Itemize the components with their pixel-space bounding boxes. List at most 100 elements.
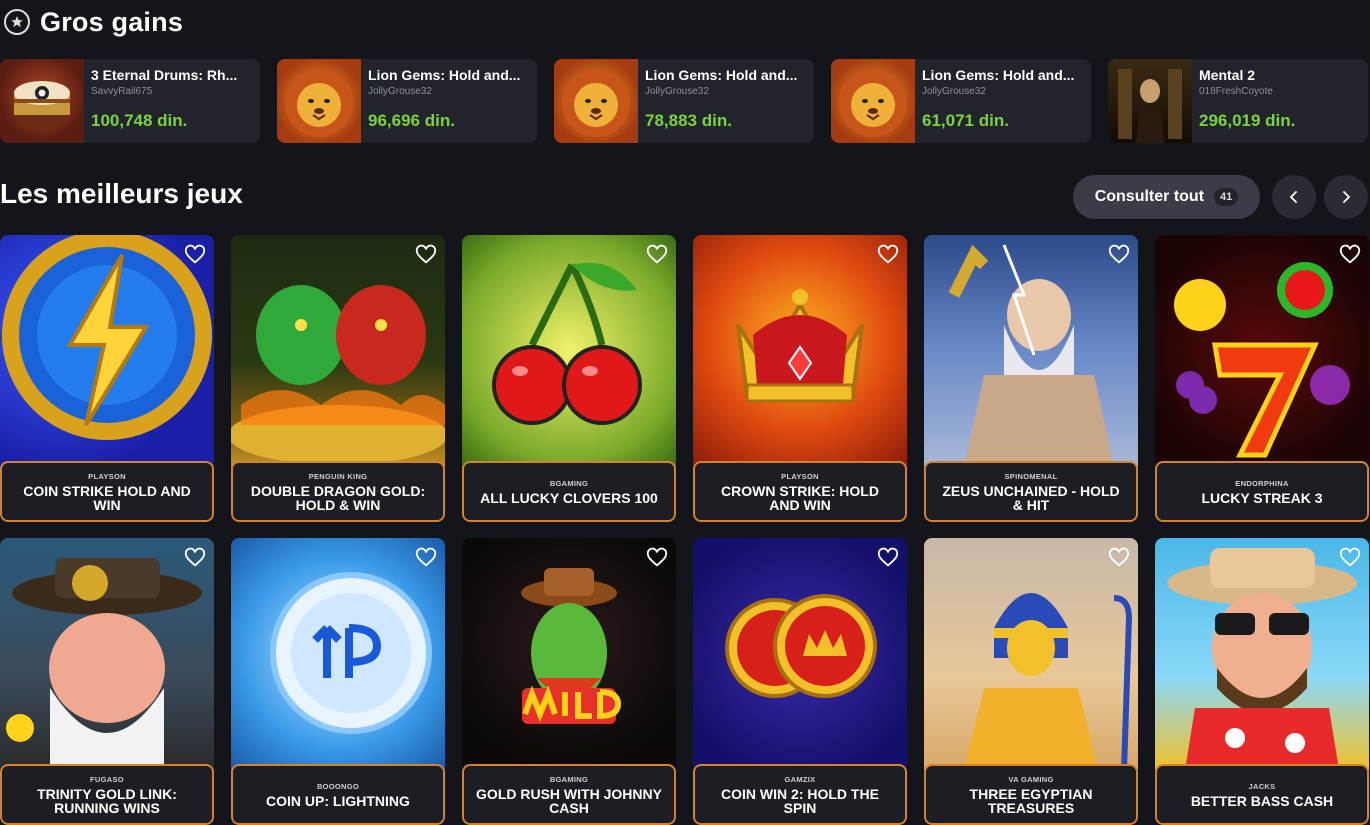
game-provider: GAMZIX (784, 774, 816, 784)
game-name: COIN STRIKE HOLD AND WIN (23, 482, 191, 513)
game-provider: BOOONGO (316, 781, 360, 791)
heart-icon[interactable] (877, 547, 899, 569)
heart-icon[interactable] (877, 244, 899, 266)
game-provider: BGAMING (549, 478, 589, 488)
game-card[interactable]: VA GAMING THREE EGYPTIAN TREASURES (924, 538, 1138, 825)
game-card[interactable]: PENGUIN KING DOUBLE DRAGON GOLD: HOLD & … (231, 235, 445, 522)
game-thumbnail (0, 59, 84, 143)
game-artwork (924, 538, 1138, 770)
game-card[interactable]: BGAMING GOLD RUSH WITH JOHNNY CASH (462, 538, 676, 825)
game-provider: PENGUIN KING (308, 471, 368, 481)
game-card[interactable]: BGAMING ALL LUCKY CLOVERS 100 (462, 235, 676, 522)
heart-icon[interactable] (415, 547, 437, 569)
game-label: BGAMING ALL LUCKY CLOVERS 100 (462, 461, 676, 522)
game-card[interactable]: PLAYSON CROWN STRIKE: HOLD AND WIN (693, 235, 907, 522)
heart-icon[interactable] (184, 547, 206, 569)
game-provider: PLAYSON (781, 471, 819, 481)
game-label: BGAMING GOLD RUSH WITH JOHNNY CASH (462, 764, 676, 825)
game-card[interactable]: BOOONGO COIN UP: LIGHTNING (231, 538, 445, 825)
game-label: JACKS BETTER BASS CASH (1155, 764, 1369, 825)
heart-icon[interactable] (1108, 244, 1130, 266)
win-game-name: 3 Eternal Drums: Rh... (91, 67, 238, 83)
win-game-name: Lion Gems: Hold and... (368, 67, 521, 83)
heart-icon[interactable] (1108, 547, 1130, 569)
game-artwork (693, 235, 907, 467)
win-amount: 96,696 din. (368, 111, 455, 130)
game-name: BETTER BASS CASH (1190, 792, 1334, 809)
game-provider: JACKS (1248, 781, 1276, 791)
heart-icon[interactable] (1339, 547, 1361, 569)
game-artwork (462, 538, 676, 770)
see-all-count-badge: 41 (1214, 188, 1239, 206)
big-wins-header: Gros gains (4, 4, 183, 40)
game-name: TRINITY GOLD LINK: RUNNING WINS (37, 785, 177, 816)
game-name: GOLD RUSH WITH JOHNNY CASH (476, 785, 662, 816)
big-win-card[interactable]: Mental 2 018FreshCoyote 296,019 din. (1108, 59, 1368, 143)
game-name: DOUBLE DRAGON GOLD: HOLD & WIN (250, 482, 426, 513)
carousel-prev-button[interactable] (1272, 175, 1316, 219)
game-provider: VA GAMING (1008, 774, 1054, 784)
win-username: JollyGrouse32 (368, 86, 432, 97)
big-win-card[interactable]: 3 Eternal Drums: Rh... SavvyRail675 100,… (0, 59, 260, 143)
win-username: SavvyRail675 (91, 86, 153, 97)
game-thumbnail (554, 59, 638, 143)
game-artwork (924, 235, 1138, 467)
heart-icon[interactable] (646, 547, 668, 569)
game-label: PLAYSON COIN STRIKE HOLD AND WIN (0, 461, 214, 522)
game-card[interactable]: ENDORPHINA LUCKY STREAK 3 (1155, 235, 1369, 522)
game-name: ALL LUCKY CLOVERS 100 (480, 489, 658, 506)
big-win-card[interactable]: Lion Gems: Hold and... JollyGrouse32 78,… (554, 59, 814, 143)
win-game-name: Lion Gems: Hold and... (645, 67, 798, 83)
win-username: JollyGrouse32 (922, 86, 986, 97)
heart-icon[interactable] (184, 244, 206, 266)
game-provider: FUGASO (90, 774, 124, 784)
game-provider: BGAMING (549, 774, 589, 784)
game-name: LUCKY STREAK 3 (1201, 489, 1323, 506)
heart-icon[interactable] (646, 244, 668, 266)
game-card[interactable]: PLAYSON COIN STRIKE HOLD AND WIN (0, 235, 214, 522)
game-label: ENDORPHINA LUCKY STREAK 3 (1155, 461, 1369, 522)
game-provider: ENDORPHINA (1235, 478, 1289, 488)
win-amount: 78,883 din. (645, 111, 732, 130)
game-card[interactable]: FUGASO TRINITY GOLD LINK: RUNNING WINS (0, 538, 214, 825)
top-games-title: Les meilleurs jeux (0, 178, 243, 209)
win-username: 018FreshCoyote (1199, 86, 1273, 97)
game-provider: PLAYSON (88, 471, 126, 481)
game-label: FUGASO TRINITY GOLD LINK: RUNNING WINS (0, 764, 214, 825)
chevron-right-icon (1343, 191, 1351, 203)
game-artwork (1155, 538, 1369, 770)
game-thumbnail (1108, 59, 1192, 143)
heart-icon[interactable] (415, 244, 437, 266)
game-card[interactable]: SPINOMENAL ZEUS UNCHAINED - HOLD & HIT (924, 235, 1138, 522)
game-name: COIN WIN 2: HOLD THE SPIN (721, 785, 879, 816)
game-label: VA GAMING THREE EGYPTIAN TREASURES (924, 764, 1138, 825)
game-card[interactable]: GAMZIX COIN WIN 2: HOLD THE SPIN (693, 538, 907, 825)
game-label: BOOONGO COIN UP: LIGHTNING (231, 764, 445, 825)
game-label: GAMZIX COIN WIN 2: HOLD THE SPIN (693, 764, 907, 825)
carousel-next-button[interactable] (1324, 175, 1368, 219)
big-win-card[interactable]: Lion Gems: Hold and... JollyGrouse32 61,… (831, 59, 1091, 143)
see-all-button[interactable]: Consulter tout 41 (1073, 175, 1260, 219)
chevron-left-icon (1289, 191, 1297, 203)
big-wins-list: 3 Eternal Drums: Rh... SavvyRail675 100,… (0, 59, 1368, 143)
game-artwork (693, 538, 907, 770)
game-artwork (0, 235, 214, 467)
win-amount: 61,071 din. (922, 111, 1009, 130)
game-provider: SPINOMENAL (1004, 471, 1058, 481)
game-card[interactable]: JACKS BETTER BASS CASH (1155, 538, 1369, 825)
win-amount: 296,019 din. (1199, 111, 1296, 130)
game-artwork (462, 235, 676, 467)
game-artwork (231, 538, 445, 770)
win-game-name: Mental 2 (1199, 67, 1256, 83)
win-username: JollyGrouse32 (645, 86, 709, 97)
game-label: PLAYSON CROWN STRIKE: HOLD AND WIN (693, 461, 907, 522)
big-wins-title: Gros gains (40, 6, 184, 37)
win-amount: 100,748 din. (91, 111, 188, 130)
games-grid: PLAYSON COIN STRIKE HOLD AND WIN PENGUIN… (0, 235, 1369, 825)
heart-icon[interactable] (1339, 244, 1361, 266)
see-all-label: Consulter tout (1094, 188, 1205, 205)
game-thumbnail (277, 59, 361, 143)
game-name: THREE EGYPTIAN TREASURES (969, 785, 1093, 816)
big-win-card[interactable]: Lion Gems: Hold and... JollyGrouse32 96,… (277, 59, 537, 143)
game-label: SPINOMENAL ZEUS UNCHAINED - HOLD & HIT (924, 461, 1138, 522)
